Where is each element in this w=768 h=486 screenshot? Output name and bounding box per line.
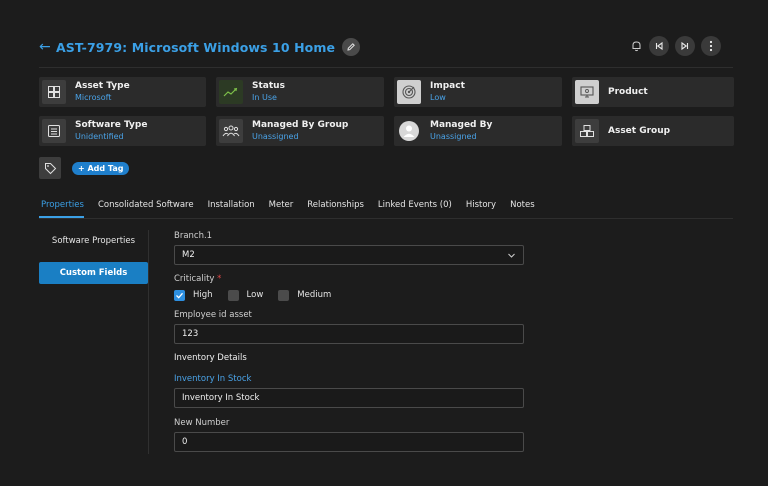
properties-side-nav: Software Properties Custom Fields — [39, 230, 148, 294]
criticality-options: High Low Medium — [174, 288, 524, 302]
tab-consolidated-software[interactable]: Consolidated Software — [96, 197, 194, 218]
page-title: AST-7979: Microsoft Windows 10 Home — [56, 39, 336, 55]
card-title: Asset Group — [608, 125, 671, 136]
tag-icon — [39, 157, 61, 179]
checkmark-icon — [176, 292, 183, 299]
software-type-card[interactable]: Software Type Unidentified — [39, 116, 206, 146]
card-title: Product — [608, 86, 648, 97]
checkbox[interactable] — [278, 289, 290, 301]
status-card[interactable]: Status In Use — [216, 77, 384, 107]
tab-notes[interactable]: Notes — [508, 197, 535, 218]
group-icon — [219, 119, 243, 143]
skip-previous-icon — [655, 41, 663, 51]
employee-id-value: 123 — [182, 329, 199, 339]
criticality-label-text: Criticality — [174, 274, 215, 284]
managed-by-card[interactable]: Managed By Unassigned — [394, 116, 562, 146]
asset-type-card[interactable]: Asset Type Microsoft — [39, 77, 206, 107]
custom-fields-form: Branch.1 M2 Criticality * High Low Mediu… — [174, 231, 524, 452]
side-nav-software-properties[interactable]: Software Properties — [39, 230, 148, 252]
tab-linked-events[interactable]: Linked Events (0) — [376, 197, 452, 218]
tab-bar: Properties Consolidated Software Install… — [39, 197, 733, 219]
more-options-button[interactable] — [701, 36, 721, 56]
list-icon — [42, 119, 66, 143]
tab-installation[interactable]: Installation — [206, 197, 255, 218]
card-value: Unassigned — [252, 132, 299, 141]
option-label: Low — [246, 290, 264, 300]
branch-select[interactable]: M2 — [174, 245, 524, 265]
managed-by-group-card[interactable]: Managed By Group Unassigned — [216, 116, 384, 146]
card-title: Impact — [430, 81, 465, 91]
inventory-in-stock-value: Inventory In Stock — [182, 393, 260, 403]
card-value: Low — [430, 93, 446, 102]
employee-id-label: Employee id asset — [174, 310, 252, 320]
next-button[interactable] — [675, 36, 695, 56]
tab-history[interactable]: History — [464, 197, 496, 218]
pencil-icon — [347, 43, 355, 51]
monitor-icon — [575, 80, 599, 104]
criticality-option-high[interactable]: High — [174, 289, 213, 301]
boxes-icon — [575, 119, 599, 143]
card-value: Microsoft — [75, 93, 112, 102]
avatar-icon — [397, 119, 421, 143]
inventory-section-title: Inventory Details — [174, 353, 247, 363]
header-divider — [39, 67, 733, 68]
employee-id-input[interactable]: 123 — [174, 324, 524, 344]
asset-group-card[interactable]: Asset Group — [572, 116, 734, 146]
option-label: High — [193, 290, 213, 300]
inventory-in-stock-input[interactable]: Inventory In Stock — [174, 388, 524, 408]
required-mark: * — [217, 274, 222, 284]
chevron-down-icon — [508, 253, 515, 258]
previous-button[interactable] — [649, 36, 669, 56]
new-number-label: New Number — [174, 418, 230, 428]
tab-relationships[interactable]: Relationships — [305, 197, 364, 218]
card-value: In Use — [252, 93, 277, 102]
kebab-icon — [709, 40, 713, 52]
summary-cards: Asset Type Microsoft Status In Use Impac… — [39, 77, 734, 146]
inventory-in-stock-label: Inventory In Stock — [174, 374, 252, 384]
branch-value: M2 — [182, 250, 195, 260]
criticality-option-low[interactable]: Low — [227, 289, 264, 301]
tags-row: + Add Tag — [39, 157, 130, 179]
card-title: Status — [252, 81, 285, 91]
option-label: Medium — [297, 290, 332, 300]
side-nav-divider — [148, 230, 149, 454]
card-title: Asset Type — [75, 81, 130, 91]
edit-button[interactable] — [342, 38, 361, 56]
new-number-value: 0 — [182, 437, 188, 447]
product-card[interactable]: Product — [572, 77, 734, 107]
criticality-option-medium[interactable]: Medium — [278, 289, 332, 301]
branch-label: Branch.1 — [174, 231, 213, 241]
checkbox-checked[interactable] — [174, 289, 185, 301]
new-number-input[interactable]: 0 — [174, 432, 524, 452]
card-title: Managed By — [430, 120, 493, 130]
card-title: Managed By Group — [252, 120, 349, 130]
add-tag-button[interactable]: + Add Tag — [72, 161, 130, 175]
skip-next-icon — [681, 41, 689, 51]
bell-icon[interactable] — [629, 37, 643, 55]
side-nav-custom-fields[interactable]: Custom Fields — [39, 262, 148, 284]
checkbox[interactable] — [227, 289, 239, 301]
impact-card[interactable]: Impact Low — [394, 77, 562, 107]
target-icon — [397, 80, 421, 104]
card-value: Unassigned — [430, 132, 477, 141]
tab-properties[interactable]: Properties — [39, 197, 84, 218]
card-value: Unidentified — [75, 132, 124, 141]
page-header: ← AST-7979: Microsoft Windows 10 Home — [39, 36, 733, 58]
criticality-label: Criticality * — [174, 274, 524, 285]
tab-meter[interactable]: Meter — [267, 197, 294, 218]
windows-icon — [42, 80, 66, 104]
trend-icon — [219, 80, 243, 104]
card-title: Software Type — [75, 120, 148, 130]
back-arrow-icon[interactable]: ← — [39, 40, 55, 54]
